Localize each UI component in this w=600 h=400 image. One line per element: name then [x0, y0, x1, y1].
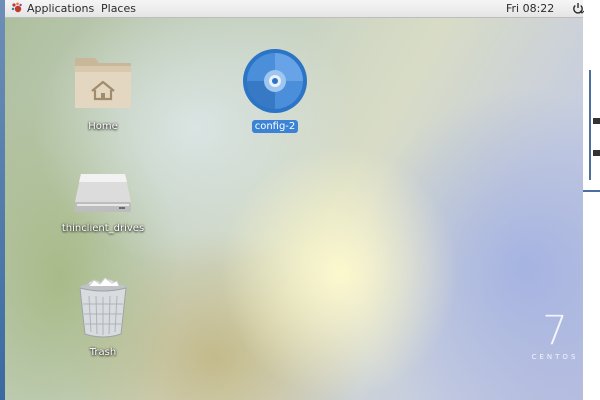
desktop-icon-label: thinclient_drives: [61, 223, 145, 234]
drive-icon: [75, 174, 131, 212]
optical-disc-icon: [243, 49, 307, 113]
desktop-icon-thinclient-drives[interactable]: thinclient_drives: [53, 168, 153, 235]
window-border-line: [589, 70, 591, 180]
top-panel: Applications Places Fri 08:22: [5, 0, 585, 18]
trash-icon: [79, 277, 127, 338]
desktop-icon-label: Trash: [89, 347, 117, 358]
desktop-icon-label: config-2: [251, 120, 299, 133]
centos-wordmark: CENTOS: [531, 353, 579, 361]
desktop-icon-home[interactable]: Home: [53, 50, 153, 133]
clock[interactable]: Fri 08:22: [506, 1, 554, 16]
centos-watermark: 7 CENTOS: [525, 311, 585, 361]
applications-label: Applications: [27, 2, 95, 15]
places-label: Places: [101, 2, 136, 15]
power-icon: [573, 3, 585, 14]
places-menu[interactable]: Places: [101, 1, 136, 16]
home-folder-icon: [75, 58, 131, 108]
desktop-icon-trash[interactable]: Trash: [53, 276, 153, 359]
window-border-line: [583, 190, 600, 192]
applications-menu[interactable]: Applications: [11, 1, 94, 16]
clock-label: Fri 08:22: [506, 2, 555, 15]
text-fragment: [593, 150, 600, 156]
text-fragment: [593, 118, 600, 124]
desktop[interactable]: Home config-2 thinclient_drives Trash 7 …: [5, 18, 583, 400]
gnome-foot-icon: [11, 2, 22, 13]
desktop-icon-label: Home: [88, 121, 118, 132]
desktop-icon-config-2[interactable]: config-2: [225, 48, 325, 133]
centos-version-number: 7: [542, 308, 568, 354]
